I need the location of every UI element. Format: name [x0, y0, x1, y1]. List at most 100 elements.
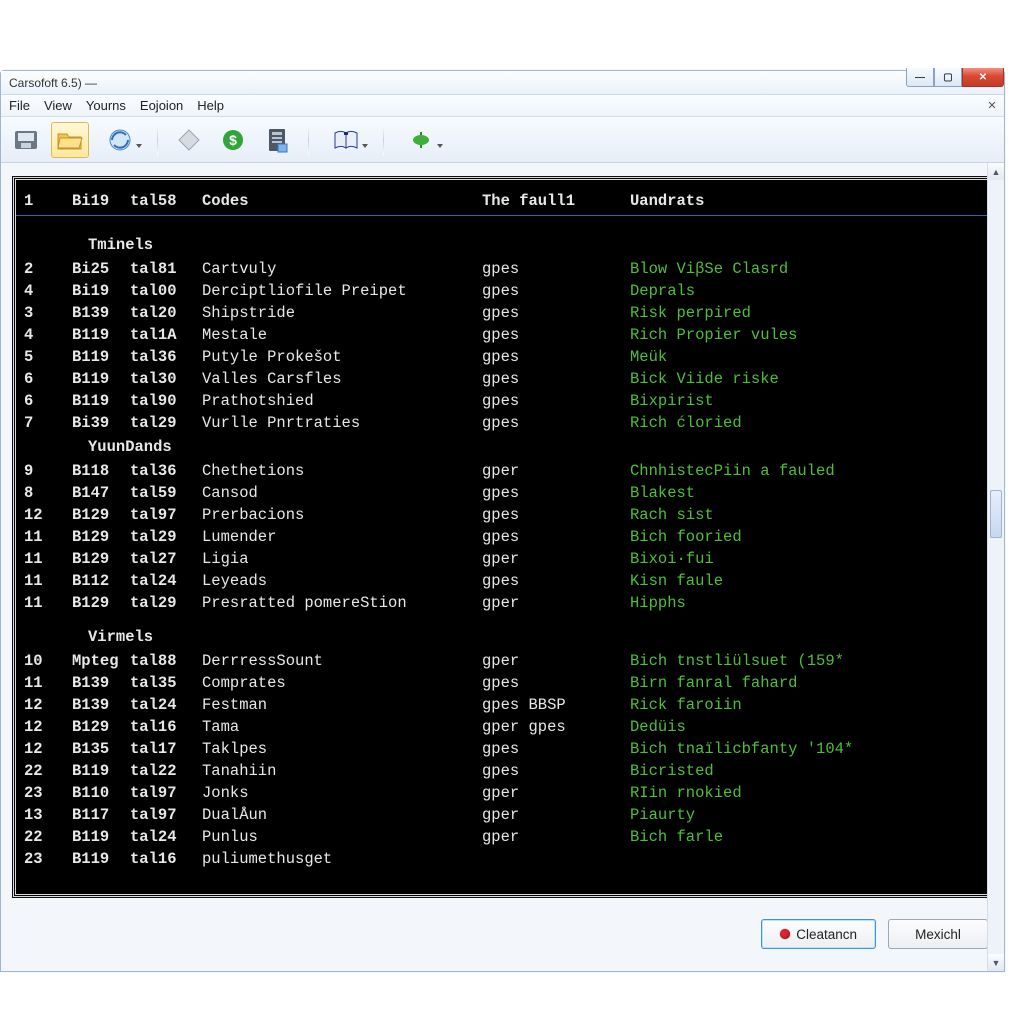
- cell-fault: gpes: [482, 412, 630, 434]
- table-row[interactable]: 11B129tal27LigiagperBixoi·fui: [16, 548, 989, 570]
- scroll-track[interactable]: [988, 180, 1004, 954]
- menu-file[interactable]: File: [5, 96, 40, 115]
- tab-close-icon[interactable]: ✕: [984, 97, 1000, 113]
- table-row[interactable]: 11B112tal24LeyeadsgpesKisn faule: [16, 570, 989, 592]
- minimize-button[interactable]: —: [906, 68, 934, 87]
- cell-code: Cansod: [202, 482, 482, 504]
- table-row[interactable]: 23B119tal16puliumethusget: [16, 848, 989, 870]
- scroll-down-icon[interactable]: ▼: [988, 954, 1004, 971]
- table-row[interactable]: 5B119tal36Putyle ProkešotgpesMeük: [16, 346, 989, 368]
- table-row[interactable]: 9B118tal36ChethetionsgperChnhistecPiin a…: [16, 460, 989, 482]
- table-row[interactable]: 4Bi19tal00Derciptliofile PreipetgpesDepr…: [16, 280, 989, 302]
- table-row[interactable]: 12B129tal97PrerbacionsgpesRach sist: [16, 504, 989, 526]
- record-dot-icon: [780, 929, 790, 939]
- cell-code: Tama: [202, 716, 482, 738]
- menu-eojoion[interactable]: Eojoion: [136, 96, 193, 115]
- cell-b: Bi39: [72, 412, 130, 434]
- table-row[interactable]: 12B139tal24Festmangpes BBSPRick faroiin: [16, 694, 989, 716]
- cell-uandrats: Hipphs: [630, 592, 971, 614]
- cell-code: Cartvuly: [202, 258, 482, 280]
- client-area: 1 Bi19 tal58 Codes The faull1 Uandrats T…: [1, 163, 1004, 971]
- toolbar-money-button[interactable]: $: [214, 122, 252, 158]
- cell-index: 11: [24, 570, 72, 592]
- clear-button[interactable]: Cleatancn: [761, 919, 876, 949]
- cell-index: 23: [24, 848, 72, 870]
- cell-uandrats: Dedüis: [630, 716, 971, 738]
- hdr-codes: Codes: [202, 190, 482, 212]
- toolbar-save-button[interactable]: [7, 122, 45, 158]
- table-row[interactable]: 12B129tal16Tamagper gpesDedüis: [16, 716, 989, 738]
- table-row[interactable]: 11B139tal35CompratesgpesBirn fanral faha…: [16, 672, 989, 694]
- table-row[interactable]: 22B119tal22TanahiingpesBicristed: [16, 760, 989, 782]
- table-row[interactable]: 4B119tal1AMestalegpesRich Propier vules: [16, 324, 989, 346]
- cell-b: B129: [72, 504, 130, 526]
- cell-b: Mpteg: [72, 650, 130, 672]
- table-row[interactable]: 10Mptegtal88DerrressSountgperBich tnstli…: [16, 650, 989, 672]
- table-row[interactable]: 22B119tal24PunlusgperBich farle: [16, 826, 989, 848]
- cell-fault: gper: [482, 782, 630, 804]
- toolbar-refresh-button[interactable]: [95, 122, 145, 158]
- section-header: YuunDands: [16, 434, 989, 460]
- menu-bar: File View Yourns Eojoion Help ✕: [1, 95, 1004, 117]
- mex-button[interactable]: Mexichl: [888, 919, 988, 949]
- cell-fault: gpes: [482, 760, 630, 782]
- hdr-index: 1: [24, 190, 72, 212]
- cell-index: 13: [24, 804, 72, 826]
- table-row[interactable]: 13B117tal97DualÅungperPiaurty: [16, 804, 989, 826]
- titlebar[interactable]: Carsofoft 6.5) — — ▢ ✕: [1, 71, 1004, 95]
- cell-index: 3: [24, 302, 72, 324]
- menu-yourns[interactable]: Yourns: [82, 96, 136, 115]
- table-row[interactable]: 6B119tal90PrathotshiedgpesBixpirist: [16, 390, 989, 412]
- cell-fault: gper: [482, 592, 630, 614]
- cell-uandrats: Bich fooried: [630, 526, 971, 548]
- cell-t: tal35: [130, 672, 202, 694]
- cell-index: 4: [24, 280, 72, 302]
- cell-code: Valles Carsfles: [202, 368, 482, 390]
- cell-b: B110: [72, 782, 130, 804]
- scroll-up-icon[interactable]: ▲: [988, 163, 1004, 180]
- table-row[interactable]: 23B110tal97JonksgperRIin rnokied: [16, 782, 989, 804]
- menu-view[interactable]: View: [40, 96, 82, 115]
- menu-help[interactable]: Help: [193, 96, 234, 115]
- cell-t: tal16: [130, 848, 202, 870]
- toolbar-book-button[interactable]: [321, 122, 371, 158]
- cell-b: B119: [72, 826, 130, 848]
- cell-b: Bi25: [72, 258, 130, 280]
- cell-code: Putyle Prokešot: [202, 346, 482, 368]
- cell-uandrats: Risk perpired: [630, 302, 971, 324]
- save-icon: [13, 128, 39, 152]
- table-row[interactable]: 2Bi25tal81CartvulygpesBlow ViβSe Clasrd: [16, 258, 989, 280]
- cell-t: tal22: [130, 760, 202, 782]
- toolbar-marker-button[interactable]: [396, 122, 446, 158]
- table-row[interactable]: 12B135tal17TaklpesgpesBich tnaïlicbfanty…: [16, 738, 989, 760]
- cell-uandrats: Bich farle: [630, 826, 971, 848]
- close-button[interactable]: ✕: [962, 68, 1004, 87]
- table-row[interactable]: 3B139tal20ShipstridegpesRisk perpired: [16, 302, 989, 324]
- toolbar-document-button[interactable]: [258, 122, 296, 158]
- cell-t: tal97: [130, 782, 202, 804]
- table-row[interactable]: 8B147tal59CansodgpesBlakest: [16, 482, 989, 504]
- cell-b: B118: [72, 460, 130, 482]
- hdr-uandrats: Uandrats: [630, 190, 971, 212]
- cell-fault: gper: [482, 460, 630, 482]
- cell-fault: gpes: [482, 570, 630, 592]
- table-row[interactable]: 11B129tal29LumendergpesBich fooried: [16, 526, 989, 548]
- toolbar-diamond-button[interactable]: [170, 122, 208, 158]
- table-row[interactable]: 6B119tal30Valles CarsflesgpesBick Viide …: [16, 368, 989, 390]
- hdr-t: tal58: [130, 190, 202, 212]
- cell-b: B129: [72, 526, 130, 548]
- cell-index: 9: [24, 460, 72, 482]
- table-row[interactable]: 11B129tal29Presratted pomereStiongperHip…: [16, 592, 989, 614]
- cell-fault: gper: [482, 650, 630, 672]
- table-row[interactable]: 7Bi39tal29Vurlle PnrtratiesgpesRich ćlor…: [16, 412, 989, 434]
- cell-b: B139: [72, 694, 130, 716]
- cell-t: tal1A: [130, 324, 202, 346]
- hdr-fault: The faull1: [482, 190, 630, 212]
- toolbar-open-button[interactable]: [51, 122, 89, 158]
- maximize-button[interactable]: ▢: [934, 68, 962, 87]
- cell-uandrats: Bixoi·fui: [630, 548, 971, 570]
- scroll-thumb[interactable]: [990, 490, 1002, 538]
- vertical-scrollbar[interactable]: ▲ ▼: [987, 163, 1004, 971]
- cell-fault: gpes: [482, 368, 630, 390]
- cell-fault: gpes: [482, 482, 630, 504]
